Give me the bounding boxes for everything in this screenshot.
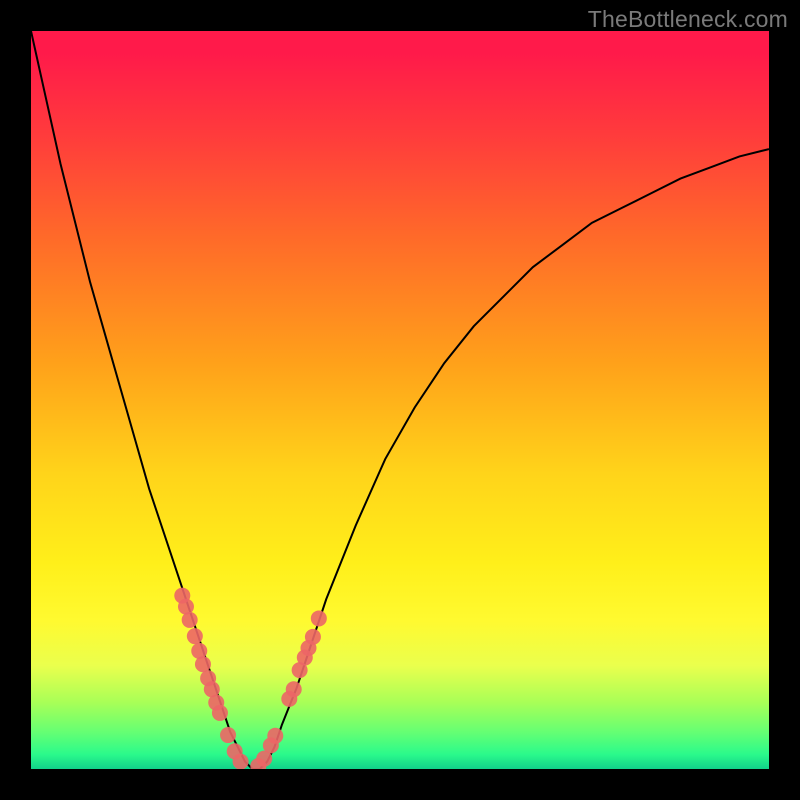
bottleneck-curve [31,31,769,769]
data-marker [305,629,321,645]
plot-area [31,31,769,769]
data-marker [212,705,228,721]
data-marker [286,681,302,697]
watermark-text: TheBottleneck.com [588,6,788,33]
data-marker [195,656,211,672]
data-marker [267,728,283,744]
data-marker [233,754,249,769]
data-marker [187,628,203,644]
data-marker [311,610,327,626]
chart-svg [31,31,769,769]
chart-container: TheBottleneck.com [0,0,800,800]
data-marker [182,612,198,628]
data-marker [220,727,236,743]
marker-group [174,588,327,769]
